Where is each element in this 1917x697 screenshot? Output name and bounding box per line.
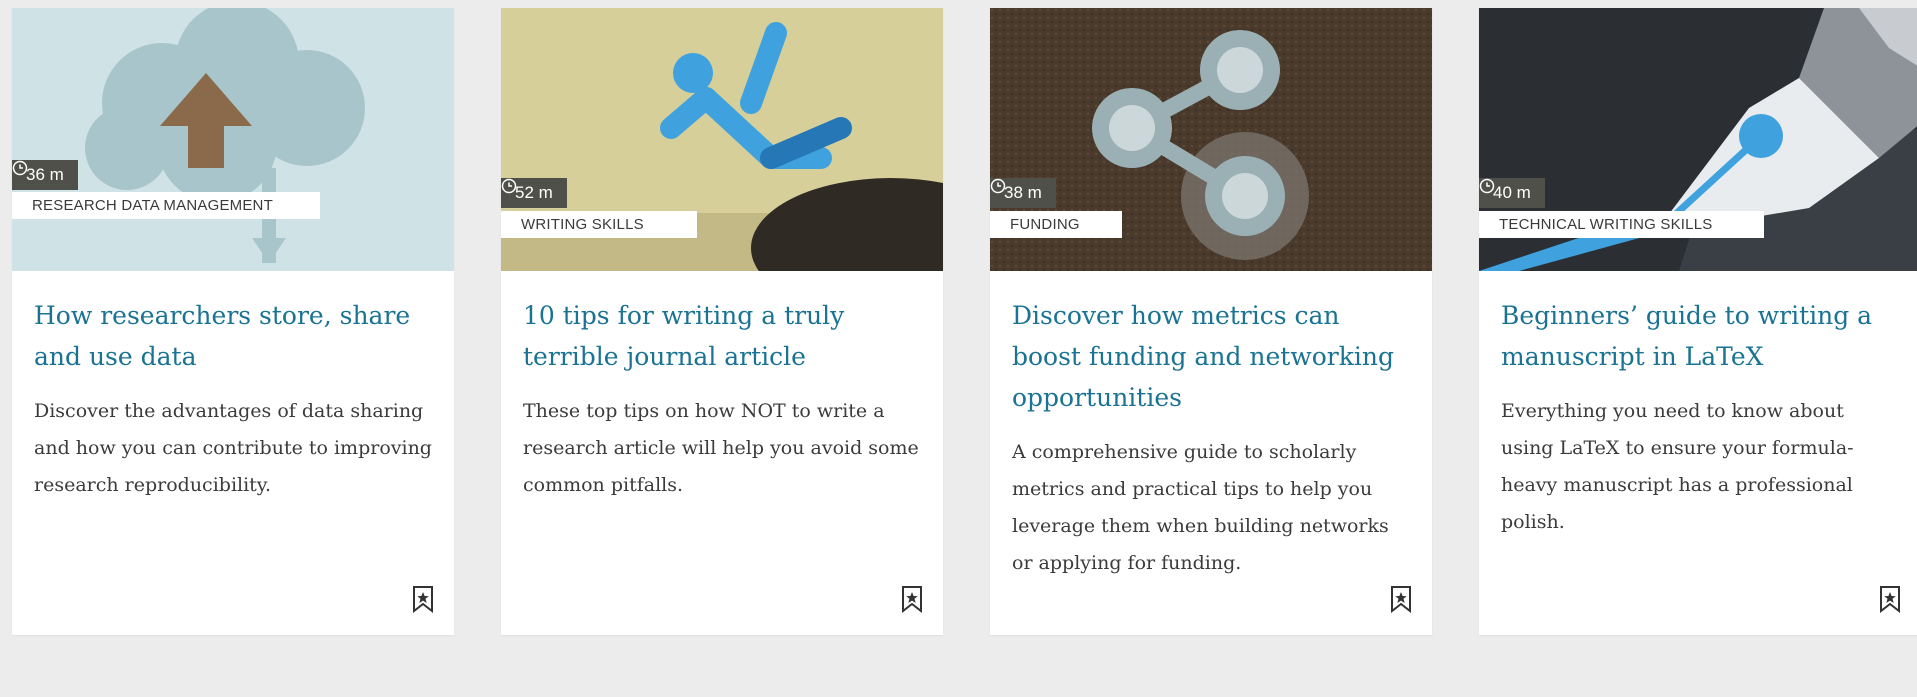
cloud-upload-illustration — [12, 8, 454, 271]
course-card[interactable]: 52 m WRITING SKILLS 10 tips for writing … — [501, 8, 943, 635]
course-card[interactable]: 40 m TECHNICAL WRITING SKILLS Beginners’… — [1479, 8, 1917, 635]
card-description: Discover the advantages of data sharing … — [34, 400, 432, 496]
card-thumbnail[interactable]: 40 m TECHNICAL WRITING SKILLS — [1479, 8, 1917, 271]
category-label[interactable]: FUNDING — [990, 211, 1122, 238]
card-title[interactable]: 10 tips for writing a truly terrible jou… — [523, 295, 923, 377]
card-description: A comprehensive guide to scholarly metri… — [1012, 441, 1389, 574]
duration-badge: 36 m — [12, 160, 78, 190]
card-thumbnail[interactable]: 36 m RESEARCH DATA MANAGEMENT — [12, 8, 454, 271]
category-label[interactable]: WRITING SKILLS — [501, 211, 697, 238]
card-description: Everything you need to know about using … — [1501, 400, 1854, 533]
bookmark-star-icon[interactable] — [901, 585, 923, 613]
card-title[interactable]: Discover how metrics can boost funding a… — [1012, 295, 1412, 418]
duration-badge: 52 m — [501, 178, 567, 208]
card-title[interactable]: Beginners’ guide to writing a manuscript… — [1501, 295, 1901, 377]
category-label[interactable]: RESEARCH DATA MANAGEMENT — [12, 192, 320, 219]
duration-text: 40 m — [1493, 183, 1531, 202]
clock-icon — [12, 160, 28, 176]
clock-icon — [1479, 178, 1495, 194]
duration-text: 38 m — [1004, 183, 1042, 202]
course-card[interactable]: 38 m FUNDING Discover how metrics can bo… — [990, 8, 1432, 635]
card-thumbnail[interactable]: 38 m FUNDING — [990, 8, 1432, 271]
card-thumbnail[interactable]: 52 m WRITING SKILLS — [501, 8, 943, 271]
card-title[interactable]: How researchers store, share and use dat… — [34, 295, 434, 377]
bookmark-star-icon[interactable] — [1390, 585, 1412, 613]
bookmark-star-icon[interactable] — [1879, 585, 1901, 613]
course-card[interactable]: 36 m RESEARCH DATA MANAGEMENT How resear… — [12, 8, 454, 635]
duration-text: 36 m — [26, 165, 64, 184]
course-card-grid: 36 m RESEARCH DATA MANAGEMENT How resear… — [0, 0, 1917, 697]
clock-icon — [501, 178, 517, 194]
clock-icon — [990, 178, 1006, 194]
bookmark-star-icon[interactable] — [412, 585, 434, 613]
duration-badge: 40 m — [1479, 178, 1545, 208]
duration-badge: 38 m — [990, 178, 1056, 208]
duration-text: 52 m — [515, 183, 553, 202]
card-description: These top tips on how NOT to write a res… — [523, 400, 919, 496]
category-label[interactable]: TECHNICAL WRITING SKILLS — [1479, 211, 1764, 238]
